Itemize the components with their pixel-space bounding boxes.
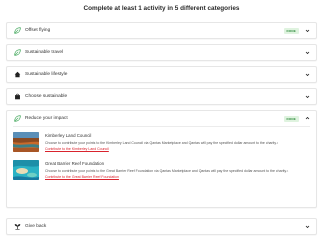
leaf-icon xyxy=(13,27,21,35)
chevron-down-icon[interactable] xyxy=(304,72,310,78)
shopping-bag-icon xyxy=(13,93,21,101)
list-item: Kimberley Land Council Choose to contrib… xyxy=(7,127,316,152)
chevron-down-icon[interactable] xyxy=(304,94,310,100)
category-sustainable-travel[interactable]: Sustainable travel xyxy=(6,44,317,61)
item-title: Great Barrier Reef Foundation xyxy=(45,161,105,167)
category-sustainable-lifestyle[interactable]: Sustainable lifestyle xyxy=(6,66,317,83)
category-header[interactable]: Give back xyxy=(7,219,316,234)
item-description: Choose to contribute your points to the … xyxy=(45,141,279,145)
chevron-down-icon[interactable] xyxy=(304,224,310,230)
category-label: Offset flying xyxy=(25,28,51,33)
category-header[interactable]: Sustainable travel xyxy=(7,45,316,60)
done-badge: DONE xyxy=(283,115,299,122)
house-icon xyxy=(13,71,21,79)
category-give-back[interactable]: Give back xyxy=(6,218,317,235)
category-choose-sustainable[interactable]: Choose sustainable xyxy=(6,88,317,105)
contribute-link[interactable]: Contribute to the Great Barrier Reef Fou… xyxy=(45,175,119,179)
category-header[interactable]: Choose sustainable xyxy=(7,89,316,104)
category-header[interactable]: Reduce your impact DONE xyxy=(7,111,316,126)
category-label: Reduce your impact xyxy=(25,116,68,121)
page: Complete at least 1 activity in 5 differ… xyxy=(0,0,323,250)
category-offset-flying[interactable]: Offset flying DONE xyxy=(6,22,317,39)
category-label: Sustainable lifestyle xyxy=(25,72,68,77)
chevron-down-icon[interactable] xyxy=(304,28,310,34)
contribute-link[interactable]: Contribute to the Kimberley Land Council xyxy=(45,147,109,151)
leaf-icon xyxy=(13,49,21,57)
category-label: Give back xyxy=(25,224,47,229)
category-reduce-your-impact[interactable]: Reduce your impact DONE Kimberley Land C… xyxy=(6,110,317,208)
category-label: Sustainable travel xyxy=(25,50,64,55)
kimberley-thumbnail xyxy=(13,132,39,152)
category-label: Choose sustainable xyxy=(25,94,68,99)
reef-thumbnail xyxy=(13,160,39,181)
item-description: Choose to contribute your points to the … xyxy=(45,169,289,174)
leaf-icon xyxy=(13,115,21,123)
sprout-icon xyxy=(13,223,21,231)
list-item: Great Barrier Reef Foundation Choose to … xyxy=(7,152,316,181)
page-title: Complete at least 1 activity in 5 differ… xyxy=(83,5,240,12)
category-header[interactable]: Offset flying DONE xyxy=(7,23,316,38)
item-title: Kimberley Land Council xyxy=(45,133,92,138)
category-header[interactable]: Sustainable lifestyle xyxy=(7,67,316,82)
chevron-up-icon[interactable] xyxy=(304,116,310,122)
chevron-down-icon[interactable] xyxy=(304,50,310,56)
done-badge: DONE xyxy=(283,27,299,34)
